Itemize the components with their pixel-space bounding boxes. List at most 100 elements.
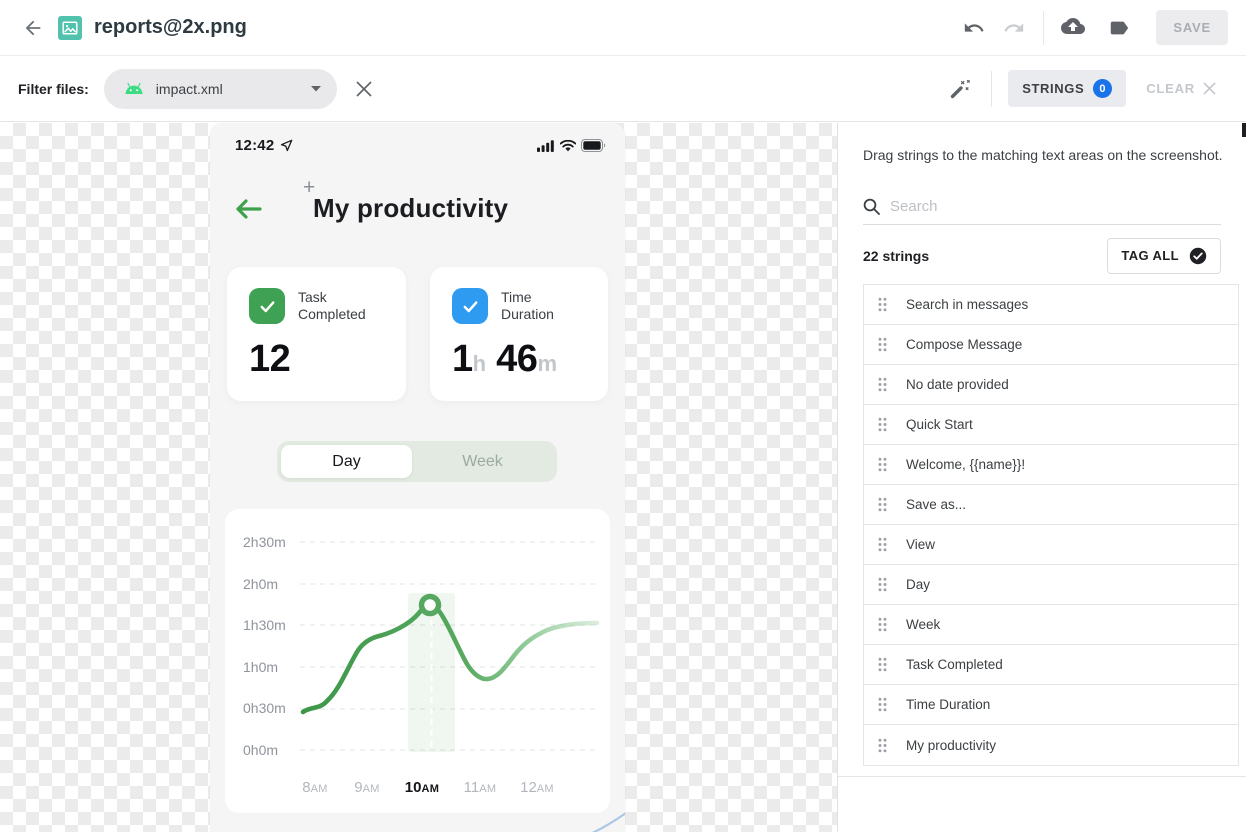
string-list-item[interactable]: No date provided — [864, 365, 1238, 405]
redo-button[interactable] — [999, 13, 1029, 43]
selected-file-label: impact.xml — [156, 81, 223, 97]
clear-button[interactable]: CLEAR — [1146, 81, 1216, 96]
drag-handle-icon[interactable] — [877, 537, 888, 552]
y-axis-tick: 1h0m — [243, 659, 278, 675]
clear-label: CLEAR — [1146, 81, 1195, 96]
string-list-item[interactable]: Compose Message — [864, 325, 1238, 365]
drag-handle-icon[interactable] — [877, 738, 888, 753]
y-axis-tick: 0h0m — [243, 742, 278, 758]
search-row — [863, 189, 1221, 225]
save-button[interactable]: SAVE — [1156, 10, 1228, 45]
upload-button[interactable] — [1058, 13, 1088, 43]
strings-tab-button[interactable]: STRINGS 0 — [1008, 70, 1126, 107]
check-icon — [249, 288, 285, 324]
toggle-week[interactable]: Week — [412, 445, 553, 478]
drag-handle-icon[interactable] — [877, 577, 888, 592]
strings-label: STRINGS — [1022, 81, 1084, 96]
toggle-day[interactable]: Day — [281, 445, 412, 478]
back-arrow-icon — [22, 17, 44, 39]
drag-handle-icon[interactable] — [877, 377, 888, 392]
string-label: Search in messages — [906, 297, 1028, 312]
string-list-item[interactable]: Day — [864, 565, 1238, 605]
toolbar-divider — [1043, 11, 1044, 45]
string-list-item[interactable]: View — [864, 525, 1238, 565]
period-toggle: Day Week — [277, 441, 557, 482]
screenshot-editor-app: reports@2x.png SAVE Filter files: — [0, 0, 1246, 832]
x-axis-tick: 8AM — [302, 779, 327, 796]
drag-handle-icon[interactable] — [877, 657, 888, 672]
undo-button[interactable] — [959, 13, 989, 43]
filter-bar: Filter files: impact.xml — [0, 56, 1246, 122]
drag-handle-icon[interactable] — [877, 337, 888, 352]
file-filter-dropdown[interactable]: impact.xml — [104, 69, 337, 109]
string-list-item[interactable]: Welcome, {{name}}! — [864, 445, 1238, 485]
phone-status-bar: 12:42 — [235, 137, 607, 154]
string-label: Quick Start — [906, 417, 973, 432]
redo-icon — [1003, 17, 1025, 39]
remove-filter-button[interactable] — [351, 76, 377, 102]
scrollbar-thumb[interactable] — [1242, 123, 1246, 137]
string-list-item[interactable]: Save as... — [864, 485, 1238, 525]
filter-files-label: Filter files: — [18, 81, 89, 97]
x-axis: 8AM9AM10AM11AM12AM — [225, 779, 610, 799]
x-axis-tick: 12AM — [520, 779, 554, 796]
task-completed-card: Task Completed 12 — [227, 267, 406, 401]
phone-screen-title: My productivity — [313, 193, 508, 224]
strings-list: Search in messages Compose Message No da… — [863, 284, 1239, 766]
magic-wand-icon — [948, 77, 972, 101]
drag-handle-icon[interactable] — [877, 697, 888, 712]
string-label: Welcome, {{name}}! — [906, 457, 1025, 472]
y-axis-tick: 1h30m — [243, 617, 286, 633]
string-list-item[interactable]: Week — [864, 605, 1238, 645]
string-label: Time Duration — [906, 697, 990, 712]
battery-icon — [581, 139, 607, 152]
top-bar: reports@2x.png SAVE — [0, 0, 1246, 56]
strings-panel: Drag strings to the matching text areas … — [837, 123, 1246, 832]
drag-handle-icon[interactable] — [877, 457, 888, 472]
check-circle-icon — [1189, 247, 1207, 265]
auto-tag-button[interactable] — [945, 74, 975, 104]
drag-handle-icon[interactable] — [877, 497, 888, 512]
string-list-item[interactable]: Task Completed — [864, 645, 1238, 685]
string-label: My productivity — [906, 738, 996, 753]
clear-x-icon — [1203, 82, 1216, 95]
search-input[interactable] — [890, 198, 1221, 215]
tag-all-button[interactable]: TAG ALL — [1107, 238, 1221, 274]
editor-content: 12:42 — [0, 123, 1246, 832]
tag-button[interactable] — [1104, 13, 1134, 43]
line-chart — [225, 509, 610, 813]
string-list-item[interactable]: My productivity — [864, 725, 1238, 765]
close-icon — [356, 81, 372, 97]
signal-icon — [537, 140, 555, 152]
chevron-down-icon — [311, 86, 321, 92]
productivity-chart-card: 2h30m2h0m1h30m1h0m0h30m0h0m 8AM9AM10AM11… — [225, 509, 610, 813]
time-duration-card: Time Duration 1h 46m — [430, 267, 608, 401]
screenshot-canvas[interactable]: 12:42 — [0, 123, 837, 832]
tag-all-label: TAG ALL — [1121, 248, 1179, 263]
y-axis-tick: 0h30m — [243, 700, 286, 716]
string-list-item[interactable]: Time Duration — [864, 685, 1238, 725]
strings-count-label: 22 strings — [863, 248, 929, 264]
y-axis-tick: 2h30m — [243, 534, 286, 550]
string-label: Save as... — [906, 497, 966, 512]
drag-handle-icon[interactable] — [877, 617, 888, 632]
string-list-item[interactable]: Search in messages — [864, 285, 1238, 325]
back-button[interactable] — [18, 13, 48, 43]
string-label: Day — [906, 577, 930, 592]
status-icons — [537, 139, 607, 152]
undo-icon — [963, 17, 985, 39]
drag-handle-icon[interactable] — [877, 297, 888, 312]
phone-screenshot[interactable]: 12:42 — [210, 123, 625, 832]
string-list-item[interactable]: Quick Start — [864, 405, 1238, 445]
string-label: No date provided — [906, 377, 1009, 392]
drag-handle-icon[interactable] — [877, 417, 888, 432]
phone-back-button[interactable] — [232, 197, 264, 221]
card-label: Task Completed — [298, 288, 374, 323]
check-icon — [452, 288, 488, 324]
location-arrow-icon — [280, 139, 293, 152]
x-axis-tick: 10AM — [405, 779, 439, 796]
strings-count-badge: 0 — [1093, 79, 1112, 98]
status-time: 12:42 — [235, 137, 274, 154]
count-row: 22 strings TAG ALL — [863, 238, 1221, 273]
cloud-upload-icon — [1061, 18, 1085, 38]
